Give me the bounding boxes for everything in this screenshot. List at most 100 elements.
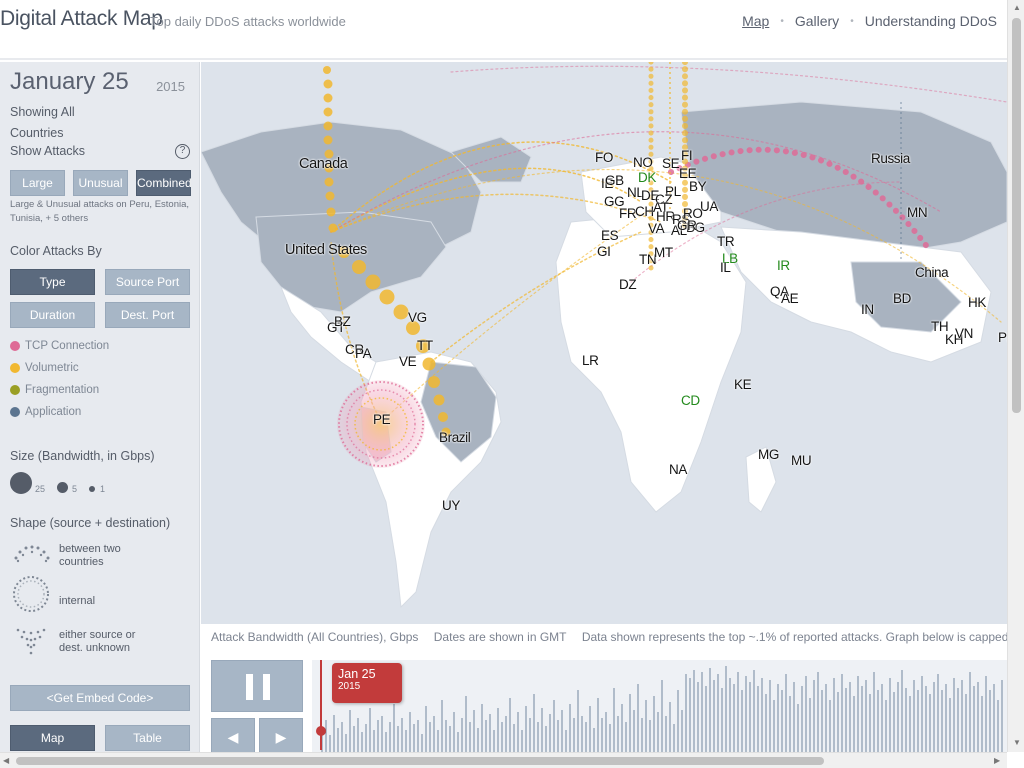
combined-attacks-button[interactable]: Combined (136, 170, 192, 196)
countries-label[interactable]: Countries (10, 126, 64, 140)
nav-map[interactable]: Map (742, 13, 769, 29)
label-gi[interactable]: GI (597, 244, 611, 259)
view-map-button[interactable]: Map (10, 725, 95, 751)
flag-year: 2015 (338, 681, 361, 692)
internal-icon (13, 576, 49, 612)
label-mg[interactable]: MG (758, 447, 779, 462)
label-es[interactable]: ES (601, 228, 619, 243)
control-sidebar: January 25 2015 Showing All Countries Sh… (0, 62, 200, 752)
label-fo[interactable]: FO (595, 150, 613, 165)
shape-legend-icons (13, 545, 50, 655)
label-gb[interactable]: GB (605, 173, 624, 188)
skip-forward-icon: ▶ (275, 729, 287, 745)
label-ve[interactable]: VE (399, 354, 417, 369)
label-tt[interactable]: TT (417, 338, 433, 353)
nav-understanding-ddos[interactable]: Understanding DDoS (865, 13, 997, 29)
caption-bandwidth: Attack Bandwidth (All Countries), Gbps (211, 630, 419, 644)
color-duration-button[interactable]: Duration (10, 302, 95, 328)
label-vg[interactable]: VG (408, 310, 427, 325)
label-ke[interactable]: KE (734, 377, 752, 392)
label-no[interactable]: NO (633, 155, 653, 170)
label-china[interactable]: China (915, 265, 949, 280)
legend-label: Application (25, 406, 82, 418)
application-dot-icon (10, 407, 20, 417)
label-mu[interactable]: MU (791, 453, 812, 468)
shape-between-label: between two countries (59, 543, 121, 568)
label-dk[interactable]: DK (638, 170, 656, 185)
label-lr[interactable]: LR (582, 353, 599, 368)
large-attacks-button[interactable]: Large (10, 170, 65, 196)
pause-icon (246, 674, 253, 700)
current-date: January 25 (10, 68, 129, 95)
legend-label: Volumetric (25, 362, 79, 374)
attack-note: Large & Unusual attacks on Peru, Estonia… (10, 199, 190, 224)
label-gr[interactable]: GR (677, 218, 697, 233)
label-pa[interactable]: PA (355, 346, 372, 361)
site-brand[interactable]: Digital Attack Map (0, 7, 163, 31)
label-fi[interactable]: FI (681, 148, 693, 163)
pause-button[interactable] (211, 660, 303, 712)
label-bd[interactable]: BD (893, 291, 911, 306)
size-small-icon (89, 486, 95, 492)
label-fr[interactable]: FR (619, 206, 637, 221)
nav-separator: • (780, 15, 784, 27)
label-mt[interactable]: MT (654, 245, 673, 260)
horizontal-scrollbar[interactable]: ◀ ▶ (0, 752, 1007, 768)
label-il[interactable]: IL (720, 260, 731, 275)
color-dest-port-button[interactable]: Dest. Port (105, 302, 190, 328)
step-back-button[interactable]: ◀ (211, 718, 255, 752)
scroll-right-icon[interactable]: ▶ (994, 756, 1000, 765)
label-ua[interactable]: UA (700, 199, 718, 214)
label-in[interactable]: IN (861, 302, 874, 317)
label-ph[interactable]: PH (998, 330, 1007, 345)
site-header: Digital Attack Map Top daily DDoS attack… (0, 0, 1007, 60)
color-source-port-button[interactable]: Source Port (105, 269, 190, 295)
label-bz[interactable]: BZ (334, 314, 351, 329)
step-forward-button[interactable]: ▶ (259, 718, 303, 752)
scroll-up-icon[interactable]: ▲ (1013, 3, 1021, 12)
label-pe[interactable]: PE (373, 412, 391, 427)
label-tr[interactable]: TR (717, 234, 735, 249)
legend-fragmentation: Fragmentation (10, 384, 99, 396)
size-large-label: 25 (35, 484, 46, 494)
label-hk[interactable]: HK (968, 295, 986, 310)
attack-map[interactable]: Canada United States Russia China Brazil… (201, 62, 1007, 624)
label-uy[interactable]: UY (442, 498, 460, 513)
label-dz[interactable]: DZ (619, 277, 637, 292)
shape-label: Shape (source + destination) (10, 516, 171, 530)
embed-code-button[interactable]: <Get Embed Code> (10, 685, 190, 711)
label-united-states[interactable]: United States (285, 242, 367, 258)
label-na[interactable]: NA (669, 462, 687, 477)
unusual-attacks-button[interactable]: Unusual (73, 170, 128, 196)
vertical-scroll-thumb[interactable] (1012, 18, 1021, 413)
label-se[interactable]: SE (662, 156, 680, 171)
bandwidth-timeline-chart[interactable] (312, 660, 1007, 752)
label-ae[interactable]: AE (781, 291, 799, 306)
timeline-marker-handle[interactable] (316, 726, 326, 736)
label-cd[interactable]: CD (681, 393, 700, 408)
label-mn[interactable]: MN (907, 205, 928, 220)
size-large-icon (10, 472, 32, 494)
size-label: Size (Bandwidth, in Gbps) (10, 449, 155, 463)
help-icon[interactable]: ? (175, 144, 190, 159)
vertical-scrollbar[interactable]: ▲ ▼ (1007, 0, 1024, 752)
nav-gallery[interactable]: Gallery (795, 13, 839, 29)
legend-tcp: TCP Connection (10, 340, 109, 352)
color-type-button[interactable]: Type (10, 269, 95, 295)
label-canada[interactable]: Canada (299, 156, 348, 172)
label-vn[interactable]: VN (955, 326, 973, 341)
horizontal-scroll-thumb[interactable] (16, 757, 824, 765)
scroll-down-icon[interactable]: ▼ (1013, 738, 1021, 747)
label-va[interactable]: VA (648, 221, 665, 236)
label-by[interactable]: BY (689, 179, 707, 194)
label-ch[interactable]: CH (635, 204, 654, 219)
view-table-button[interactable]: Table (105, 725, 190, 751)
between-countries-icon (14, 545, 50, 563)
shape-unknown-label: either source or dest. unknown (59, 629, 136, 654)
label-brazil[interactable]: Brazil (439, 430, 471, 445)
scroll-left-icon[interactable]: ◀ (3, 756, 9, 765)
label-ir[interactable]: IR (777, 258, 790, 273)
label-russia[interactable]: Russia (871, 151, 910, 166)
label-ee[interactable]: EE (679, 166, 697, 181)
current-year: 2015 (156, 79, 185, 94)
